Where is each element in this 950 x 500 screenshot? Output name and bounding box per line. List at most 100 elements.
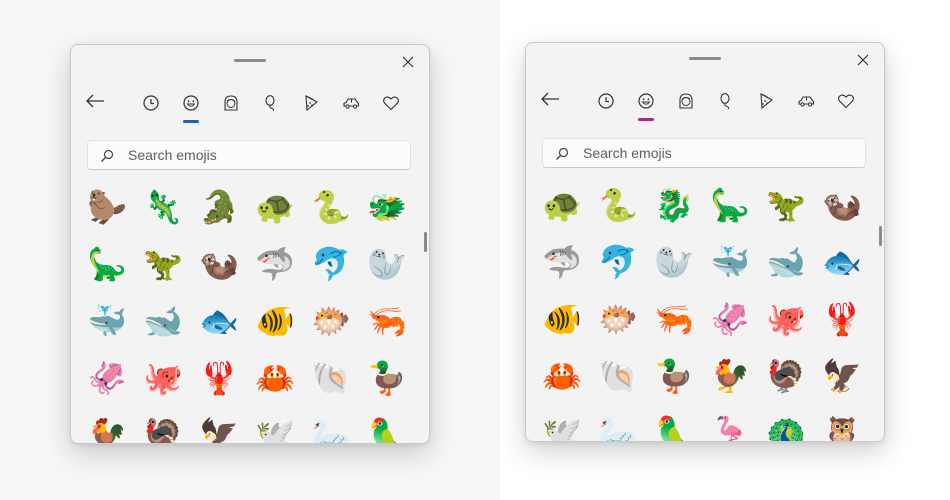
emoji-cell[interactable]: 🐳 (85, 299, 129, 343)
back-button[interactable] (540, 91, 564, 111)
emoji-cell[interactable]: 🦆 (652, 354, 696, 398)
back-button[interactable] (85, 93, 109, 113)
emoji-cell[interactable]: 🦃 (764, 354, 808, 398)
emoji-cell[interactable]: 🐲 (365, 185, 409, 229)
emoji-cell[interactable]: 🦩 (708, 411, 752, 441)
emoji-cell[interactable]: 🐓 (708, 354, 752, 398)
tab-car[interactable] (792, 89, 820, 113)
emoji-cell[interactable]: 🦞 (820, 297, 864, 341)
emoji-cell[interactable]: 🦕 (85, 242, 129, 286)
emoji-cell[interactable]: 🦜 (652, 411, 696, 441)
emoji-cell[interactable]: 🦜 (365, 413, 409, 443)
emoji-cell[interactable]: 🦀 (540, 354, 584, 398)
tab-smiley[interactable] (632, 89, 660, 113)
emoji-cell[interactable]: 🐢 (540, 183, 584, 227)
scrollbar-thumb[interactable] (424, 232, 427, 252)
emoji-cell[interactable]: 🦭 (365, 242, 409, 286)
emoji-cell[interactable]: 🦦 (197, 242, 241, 286)
close-button[interactable] (854, 51, 872, 69)
emoji-cell[interactable]: 🦐 (365, 299, 409, 343)
search-input[interactable] (128, 141, 398, 169)
tab-pizza[interactable] (752, 89, 780, 113)
emoji-cell[interactable]: 🐍 (309, 185, 353, 229)
emoji-cell[interactable]: 🦃 (141, 413, 185, 443)
emoji-cell[interactable]: 🦈 (253, 242, 297, 286)
tab-balloon[interactable] (712, 89, 740, 113)
category-tabs (586, 89, 876, 121)
emoji-cell[interactable]: 🐓 (85, 413, 129, 443)
balloon-icon (720, 93, 730, 110)
emoji-cell[interactable]: 🐬 (596, 240, 640, 284)
tab-pizza[interactable] (297, 91, 325, 115)
scrollbar-thumb[interactable] (879, 226, 882, 246)
emoji-cell[interactable]: 🐙 (764, 297, 808, 341)
smiley-icon (183, 95, 199, 111)
emoji-cell[interactable]: 🦞 (197, 356, 241, 400)
emoji-cell[interactable]: 🦖 (764, 183, 808, 227)
emoji-cell[interactable]: 🐡 (596, 297, 640, 341)
category-tabs (131, 91, 421, 123)
close-icon (402, 56, 414, 68)
emoji-cell[interactable]: 🦚 (764, 411, 808, 441)
tab-smiley[interactable] (177, 91, 205, 115)
emoji-cell[interactable]: 🐡 (309, 299, 353, 343)
person-icon (224, 95, 238, 111)
tab-heart[interactable] (832, 89, 860, 113)
emoji-cell[interactable]: 🦢 (309, 413, 353, 443)
emoji-cell[interactable]: 🐟 (197, 299, 241, 343)
emoji-cell[interactable]: 🐍 (596, 183, 640, 227)
emoji-cell[interactable]: 🦑 (85, 356, 129, 400)
car-icon (343, 98, 360, 109)
tab-heart[interactable] (377, 91, 405, 115)
drag-handle[interactable] (689, 57, 721, 60)
clock-icon (598, 93, 614, 109)
emoji-cell[interactable]: 🦎 (141, 185, 185, 229)
tab-car[interactable] (337, 91, 365, 115)
emoji-cell[interactable]: 🦐 (652, 297, 696, 341)
search-icon (556, 147, 569, 160)
emoji-cell[interactable]: 🐟 (820, 240, 864, 284)
emoji-cell[interactable]: 🐋 (141, 299, 185, 343)
search-icon (101, 149, 114, 162)
car-icon (798, 96, 815, 107)
tab-clock[interactable] (592, 89, 620, 113)
emoji-cell[interactable]: 🐢 (253, 185, 297, 229)
emoji-cell[interactable]: 🦭 (652, 240, 696, 284)
emoji-cell[interactable]: 🐚 (596, 354, 640, 398)
emoji-cell[interactable]: 🐋 (764, 240, 808, 284)
search-box[interactable] (542, 138, 866, 168)
emoji-cell[interactable]: 🦢 (596, 411, 640, 441)
emoji-cell[interactable]: 🦆 (365, 356, 409, 400)
emoji-cell[interactable]: 🦈 (540, 240, 584, 284)
emoji-cell[interactable]: 🦅 (197, 413, 241, 443)
emoji-cell[interactable]: 🐠 (540, 297, 584, 341)
emoji-cell[interactable]: 🐳 (708, 240, 752, 284)
emoji-cell[interactable]: 🦀 (253, 356, 297, 400)
emoji-cell[interactable]: 🦦 (820, 183, 864, 227)
heart-icon (838, 94, 854, 109)
emoji-cell[interactable]: 🐚 (309, 356, 353, 400)
arrow-left-icon (86, 94, 104, 108)
emoji-cell[interactable]: 🐉 (652, 183, 696, 227)
emoji-cell[interactable]: 🦑 (708, 297, 752, 341)
tab-person[interactable] (217, 91, 245, 115)
emoji-cell[interactable]: 🐊 (197, 185, 241, 229)
emoji-cell[interactable]: 🕊️ (540, 411, 584, 441)
active-tab-indicator (638, 118, 654, 121)
emoji-cell[interactable]: 🐠 (253, 299, 297, 343)
emoji-cell[interactable]: 🦅 (820, 354, 864, 398)
tab-balloon[interactable] (257, 91, 285, 115)
tab-clock[interactable] (137, 91, 165, 115)
close-button[interactable] (399, 53, 417, 71)
search-input[interactable] (583, 139, 853, 167)
drag-handle[interactable] (234, 59, 266, 62)
tab-person[interactable] (672, 89, 700, 113)
emoji-cell[interactable]: 🕊️ (253, 413, 297, 443)
emoji-cell[interactable]: 🦖 (141, 242, 185, 286)
emoji-cell[interactable]: 🦕 (708, 183, 752, 227)
emoji-cell[interactable]: 🐬 (309, 242, 353, 286)
emoji-cell[interactable]: 🦫 (85, 185, 129, 229)
search-box[interactable] (87, 140, 411, 170)
emoji-cell[interactable]: 🦉 (820, 411, 864, 441)
emoji-cell[interactable]: 🐙 (141, 356, 185, 400)
